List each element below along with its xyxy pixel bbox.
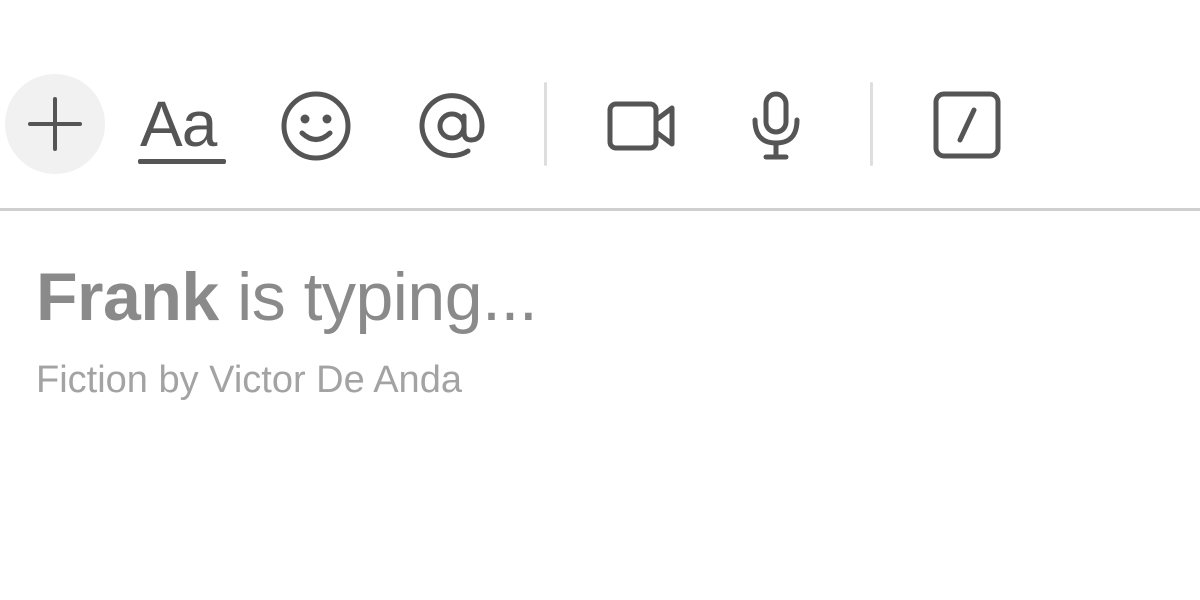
composer-divider <box>0 208 1200 211</box>
microphone-icon <box>747 88 805 164</box>
smiley-icon <box>280 90 352 162</box>
byline: Fiction by Victor De Anda <box>36 359 462 401</box>
typing-status-text: is typing... <box>237 259 538 335</box>
format-underline <box>138 159 226 164</box>
toolbar-separator <box>870 82 873 166</box>
text-format-icon: Aa <box>140 88 217 160</box>
typing-user-name: Frank <box>36 259 219 335</box>
video-button[interactable] <box>602 88 682 164</box>
plus-icon <box>24 93 86 155</box>
mention-button[interactable] <box>412 88 492 164</box>
toolbar-separator <box>544 82 547 166</box>
at-sign-icon <box>416 90 488 162</box>
slash-command-icon <box>932 90 1002 160</box>
composer-toolbar: Aa <box>0 0 1200 208</box>
video-camera-icon <box>606 96 678 156</box>
shortcuts-button[interactable] <box>928 86 1006 164</box>
emoji-button[interactable] <box>276 88 356 164</box>
audio-button[interactable] <box>740 86 812 166</box>
attach-button[interactable] <box>5 74 105 174</box>
typing-indicator: Frank is typing... <box>36 255 538 339</box>
format-text-button[interactable]: Aa <box>132 86 232 170</box>
